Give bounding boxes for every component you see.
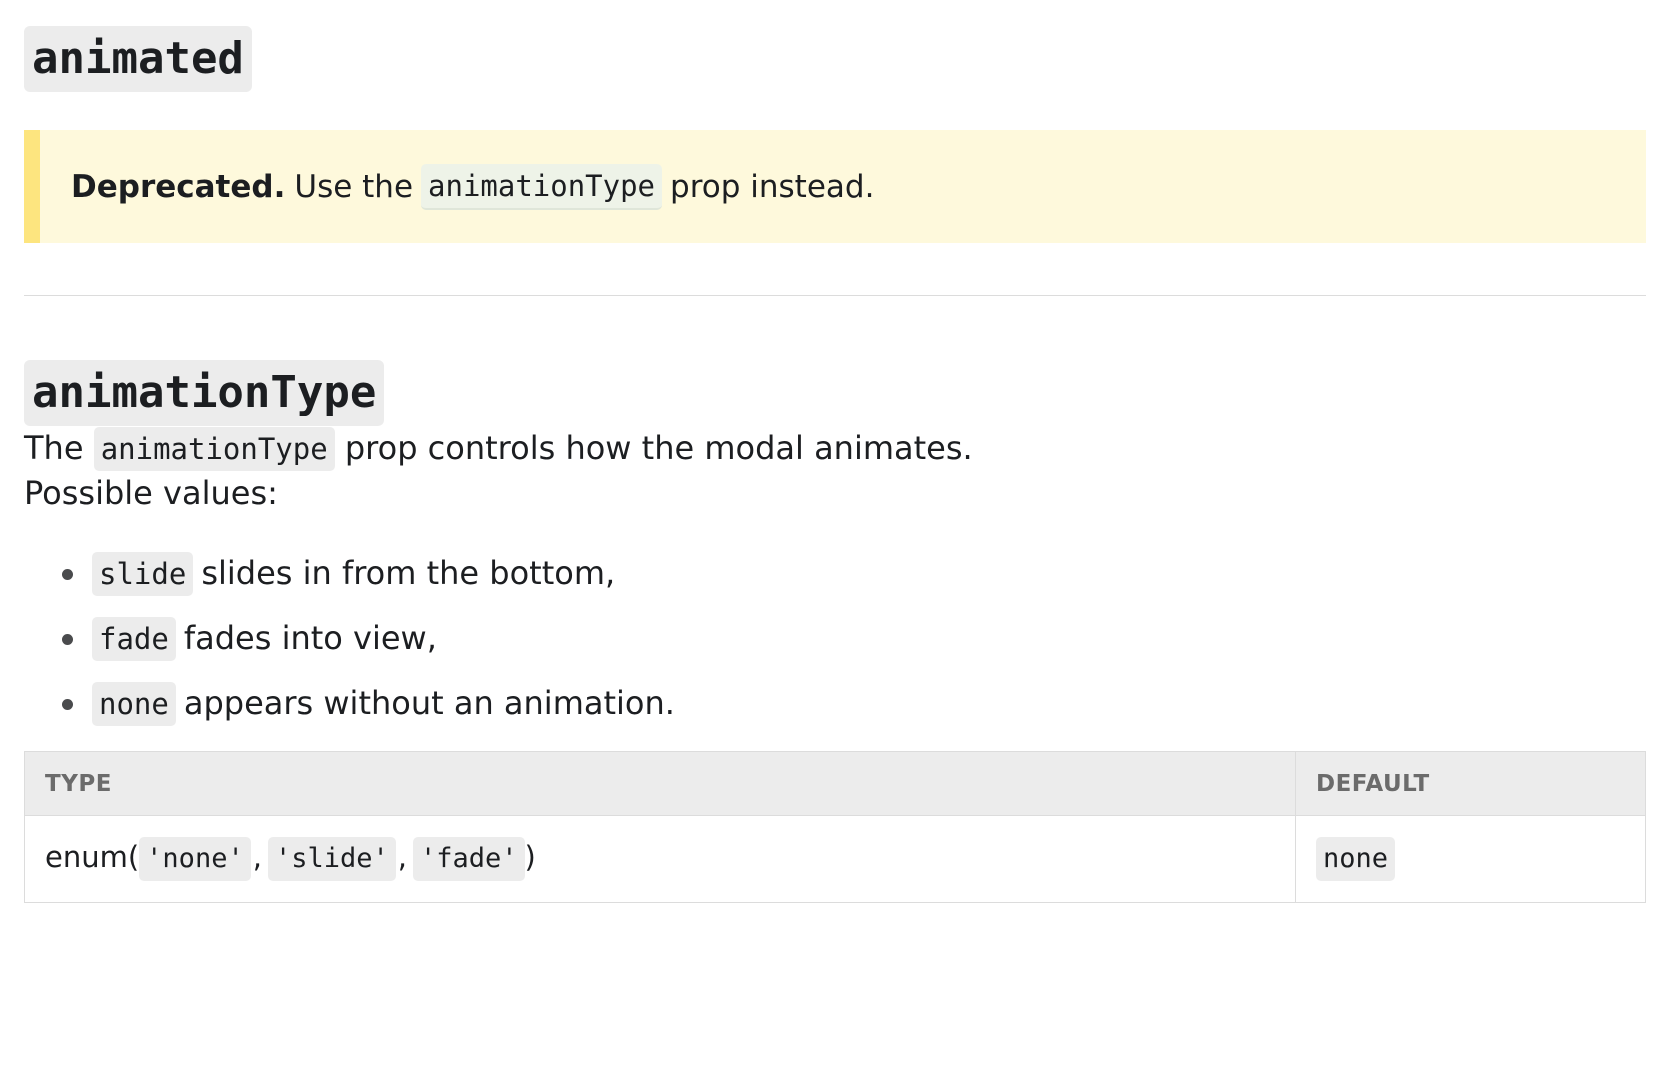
type-value-code: 'fade' [412,837,525,881]
type-value-code: 'none' [139,837,251,881]
type-prefix: enum( [45,840,140,874]
type-suffix: ) [524,840,536,874]
table-header-row: TYPE DEFAULT [24,751,1646,816]
prop-heading-animationType: animationType [24,360,385,426]
description-text-before: The [24,429,84,467]
table-cell-default: none [1295,815,1646,903]
list-item: fade fades into view, [62,615,1646,661]
value-code: fade [92,617,176,661]
type-value-code: 'slide' [267,837,396,881]
deprecated-notice: Deprecated. Use the animationType prop i… [24,130,1646,243]
table-header-type: TYPE [24,751,1296,816]
deprecated-text-before: Use the [294,168,414,205]
prop-heading-animated: animated [24,26,252,92]
deprecated-code: animationType [421,163,663,210]
deprecated-text-after: prop instead. [670,168,875,205]
description-text-after: prop controls how the modal animates. [344,429,973,467]
prop-description: The animationType prop controls how the … [24,426,1646,471]
table-header-default: DEFAULT [1295,751,1646,816]
possible-values-list: slide slides in from the bottom, fade fade… [24,550,1646,726]
default-value-code: none [1316,837,1396,881]
type-separator: , [397,840,407,874]
value-code: slide [92,552,194,596]
table-cell-type: enum('none','slide','fade') [24,815,1296,903]
value-text: slides in from the bottom, [201,554,616,592]
value-text: fades into view, [183,619,437,657]
type-separator: , [252,840,262,874]
table-row: enum('none','slide','fade') none [24,815,1646,903]
value-text: appears without an animation. [183,684,675,722]
documentation-content: animated Deprecated. Use the animationTy… [24,0,1646,903]
possible-values-label: Possible values: [24,474,278,512]
deprecated-label: Deprecated. [71,168,286,205]
prop-info-table: TYPE DEFAULT enum('none','slide','fade')… [24,751,1646,903]
list-item: slide slides in from the bottom, [62,550,1646,596]
description-code: animationType [93,427,335,471]
value-code: none [92,682,176,726]
section-divider [24,295,1646,296]
list-item: none appears without an animation. [62,680,1646,726]
